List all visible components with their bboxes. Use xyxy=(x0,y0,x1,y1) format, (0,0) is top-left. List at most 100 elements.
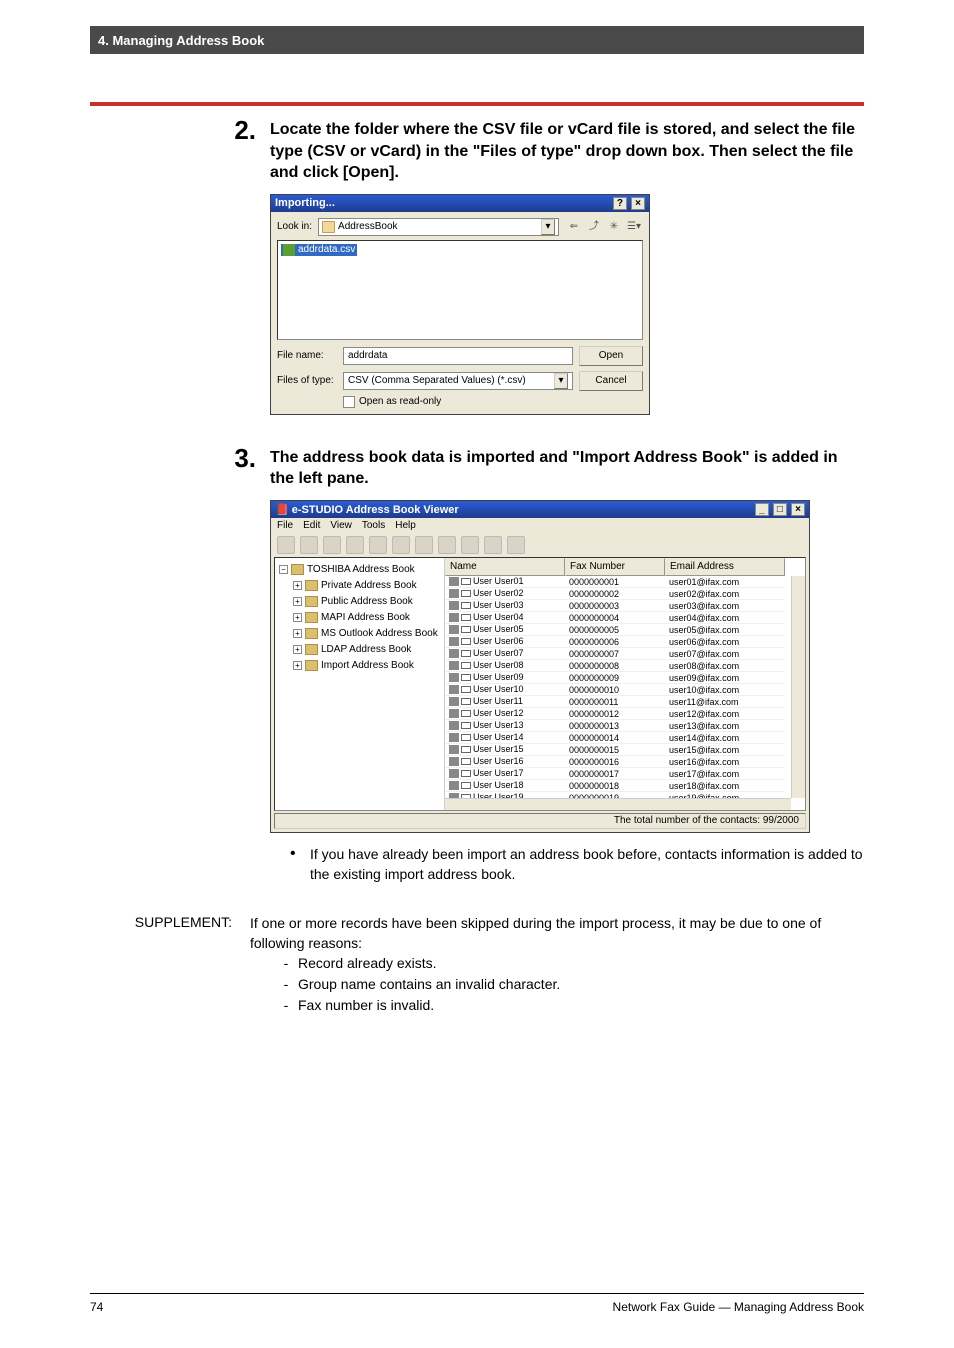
contact-icon xyxy=(449,637,459,646)
expand-icon[interactable]: + xyxy=(293,613,302,622)
note-bullet: • If you have already been import an add… xyxy=(270,845,864,884)
scrollbar-horizontal[interactable] xyxy=(445,798,791,810)
toolbar xyxy=(271,533,809,557)
close-icon[interactable]: × xyxy=(791,503,805,516)
expand-icon[interactable]: + xyxy=(293,581,302,590)
up-icon[interactable]: ⤴ xyxy=(585,218,603,236)
new-folder-icon[interactable]: ✳ xyxy=(605,218,623,236)
file-list-area[interactable]: addrdata.csv xyxy=(277,240,643,340)
cell-email: user03@ifax.com xyxy=(665,600,785,612)
toolbar-icon[interactable] xyxy=(323,536,341,554)
mail-icon xyxy=(461,734,471,741)
list-row[interactable]: User User010000000001user01@ifax.com xyxy=(445,576,805,588)
list-row[interactable]: User User120000000012user12@ifax.com xyxy=(445,708,805,720)
toolbar-icon[interactable] xyxy=(461,536,479,554)
toolbar-icon[interactable] xyxy=(438,536,456,554)
col-header-name[interactable]: Name xyxy=(445,558,565,576)
toolbar-icon[interactable] xyxy=(484,536,502,554)
tree-root[interactable]: − TOSHIBA Address Book xyxy=(279,562,440,578)
cell-email: user09@ifax.com xyxy=(665,672,785,684)
menu-tools[interactable]: Tools xyxy=(362,520,385,531)
list-row[interactable]: User User100000000010user10@ifax.com xyxy=(445,684,805,696)
toolbar-icon[interactable] xyxy=(507,536,525,554)
filename-input[interactable]: addrdata xyxy=(343,347,573,365)
menu-view[interactable]: View xyxy=(330,520,352,531)
toolbar-icon[interactable] xyxy=(369,536,387,554)
cell-name: User User02 xyxy=(445,588,565,600)
list-row[interactable]: User User140000000014user14@ifax.com xyxy=(445,732,805,744)
cell-name: User User08 xyxy=(445,660,565,672)
list-row[interactable]: User User040000000004user04@ifax.com xyxy=(445,612,805,624)
tree-item[interactable]: +MAPI Address Book xyxy=(279,610,440,626)
file-entry-name: addrdata.csv xyxy=(298,244,355,255)
tree-item[interactable]: +MS Outlook Address Book xyxy=(279,626,440,642)
list-row[interactable]: User User050000000005user05@ifax.com xyxy=(445,624,805,636)
list-row[interactable]: User User170000000017user17@ifax.com xyxy=(445,768,805,780)
contact-icon xyxy=(449,625,459,634)
cell-email: user05@ifax.com xyxy=(665,624,785,636)
collapse-icon[interactable]: − xyxy=(279,565,288,574)
maximize-icon[interactable]: □ xyxy=(773,503,787,516)
back-icon[interactable]: ⇐ xyxy=(565,218,583,236)
step-number-col: 2. xyxy=(90,115,270,425)
expand-icon[interactable]: + xyxy=(293,661,302,670)
list-row[interactable]: User User080000000008user08@ifax.com xyxy=(445,660,805,672)
filetype-dropdown[interactable]: CSV (Comma Separated Values) (*.csv) ▾ xyxy=(343,372,573,390)
list-row[interactable]: User User110000000011user11@ifax.com xyxy=(445,696,805,708)
list-row[interactable]: User User060000000006user06@ifax.com xyxy=(445,636,805,648)
cell-fax: 0000000011 xyxy=(565,696,665,708)
list-header: Name Fax Number Email Address xyxy=(445,558,805,576)
cell-email: user18@ifax.com xyxy=(665,780,785,792)
tree-pane[interactable]: − TOSHIBA Address Book +Private Address … xyxy=(275,558,445,810)
tree-item[interactable]: +Import Address Book xyxy=(279,658,440,674)
list-row[interactable]: User User160000000016user16@ifax.com xyxy=(445,756,805,768)
scrollbar-vertical[interactable] xyxy=(791,576,805,798)
list-row[interactable]: User User030000000003user03@ifax.com xyxy=(445,600,805,612)
contact-icon xyxy=(449,733,459,742)
cancel-button[interactable]: Cancel xyxy=(579,371,643,391)
expand-icon[interactable]: + xyxy=(293,645,302,654)
file-entry-selected[interactable]: addrdata.csv xyxy=(281,244,357,256)
help-icon[interactable]: ? xyxy=(613,197,627,210)
menu-help[interactable]: Help xyxy=(395,520,416,531)
toolbar-icon[interactable] xyxy=(300,536,318,554)
toolbar-icon[interactable] xyxy=(415,536,433,554)
expand-icon[interactable]: + xyxy=(293,597,302,606)
list-row[interactable]: User User130000000013user13@ifax.com xyxy=(445,720,805,732)
list-pane[interactable]: Name Fax Number Email Address User User0… xyxy=(445,558,805,810)
page-footer: 74 Network Fax Guide — Managing Address … xyxy=(90,1293,864,1314)
cell-email: user07@ifax.com xyxy=(665,648,785,660)
close-icon[interactable]: × xyxy=(631,197,645,210)
list-row[interactable]: User User020000000002user02@ifax.com xyxy=(445,588,805,600)
col-header-email[interactable]: Email Address xyxy=(665,558,785,576)
dash-icon: - xyxy=(274,974,298,995)
tree-item[interactable]: +Public Address Book xyxy=(279,594,440,610)
toolbar-icon[interactable] xyxy=(346,536,364,554)
menu-file[interactable]: File xyxy=(277,520,293,531)
list-row[interactable]: User User090000000009user09@ifax.com xyxy=(445,672,805,684)
expand-icon[interactable]: + xyxy=(293,629,302,638)
toolbar-icon[interactable] xyxy=(392,536,410,554)
view-menu-icon[interactable]: ☰▾ xyxy=(625,218,643,236)
col-header-fax[interactable]: Fax Number xyxy=(565,558,665,576)
status-text: The total number of the contacts: 99/200… xyxy=(614,815,799,826)
cell-email: user10@ifax.com xyxy=(665,684,785,696)
open-button[interactable]: Open xyxy=(579,346,643,366)
lookin-dropdown[interactable]: AddressBook ▾ xyxy=(318,218,559,236)
viewer-titlebar: 📕 e-STUDIO Address Book Viewer _ □ × xyxy=(271,501,809,518)
chevron-down-icon[interactable]: ▾ xyxy=(541,219,555,235)
chevron-down-icon[interactable]: ▾ xyxy=(554,373,568,389)
list-row[interactable]: User User180000000018user18@ifax.com xyxy=(445,780,805,792)
list-row[interactable]: User User150000000015user15@ifax.com xyxy=(445,744,805,756)
step-number-col: 3. xyxy=(90,443,270,884)
readonly-checkbox[interactable] xyxy=(343,396,355,408)
cell-email: user06@ifax.com xyxy=(665,636,785,648)
mail-icon xyxy=(461,698,471,705)
menu-edit[interactable]: Edit xyxy=(303,520,320,531)
toolbar-icon[interactable] xyxy=(277,536,295,554)
tree-item[interactable]: +LDAP Address Book xyxy=(279,642,440,658)
list-row[interactable]: User User070000000007user07@ifax.com xyxy=(445,648,805,660)
minimize-icon[interactable]: _ xyxy=(755,503,769,516)
cell-email: user08@ifax.com xyxy=(665,660,785,672)
tree-item[interactable]: +Private Address Book xyxy=(279,578,440,594)
